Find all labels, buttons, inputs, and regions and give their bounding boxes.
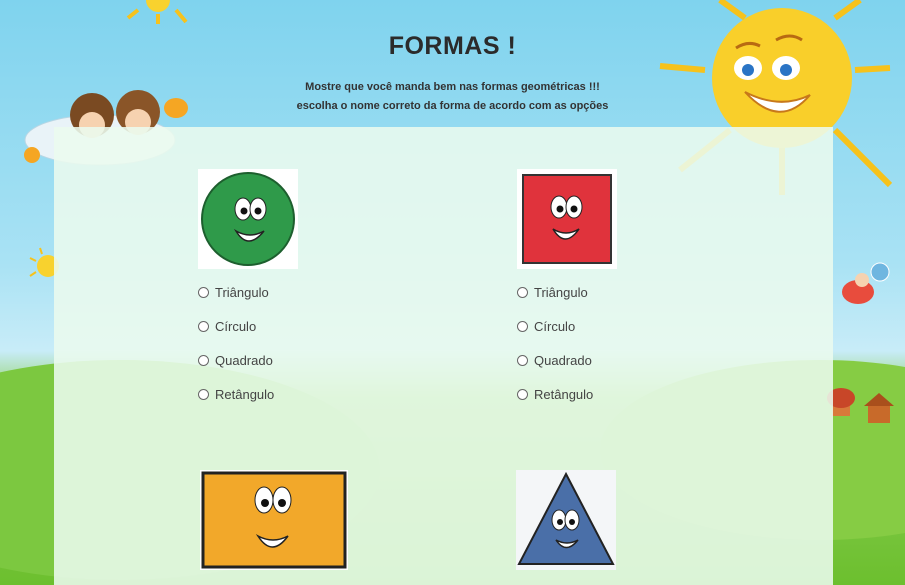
option-retangulo[interactable]: Retângulo [198,377,274,411]
option-retangulo[interactable]: Retângulo [517,377,593,411]
small-sun-icon [126,0,188,24]
option-circulo[interactable]: Círculo [198,309,274,343]
page-subtitle-line1: Mostre que você manda bem nas formas geo… [305,81,600,93]
options-list: Triângulo Círculo Quadrado Retângulo [198,275,274,411]
option-triangulo[interactable]: Triângulo [517,275,593,309]
option-circulo[interactable]: Círculo [517,309,593,343]
radio-button[interactable] [517,320,528,332]
circle-shape-image [198,169,298,269]
option-quadrado[interactable]: Quadrado [198,343,274,377]
radio-button[interactable] [198,388,209,400]
page-title: FORMAS ! [388,32,517,60]
triangle-shape-image [516,470,616,570]
radio-button[interactable] [198,354,209,366]
radio-button[interactable] [198,320,209,332]
square-shape-image [517,169,617,269]
quiz-panel: Triângulo Círculo Quadrado Retângulo Tri… [54,127,833,585]
rectangle-shape-image [200,470,348,570]
radio-button[interactable] [517,286,528,298]
balloon-kid-illustration [842,262,890,304]
page-subtitle-line2: escolha o nome correto da forma de acord… [296,100,609,112]
options-list: Triângulo Círculo Quadrado Retângulo [517,275,593,411]
radio-button[interactable] [517,388,528,400]
radio-button[interactable] [517,354,528,366]
option-triangulo[interactable]: Triângulo [198,275,274,309]
radio-button[interactable] [198,286,209,298]
option-quadrado[interactable]: Quadrado [517,343,593,377]
